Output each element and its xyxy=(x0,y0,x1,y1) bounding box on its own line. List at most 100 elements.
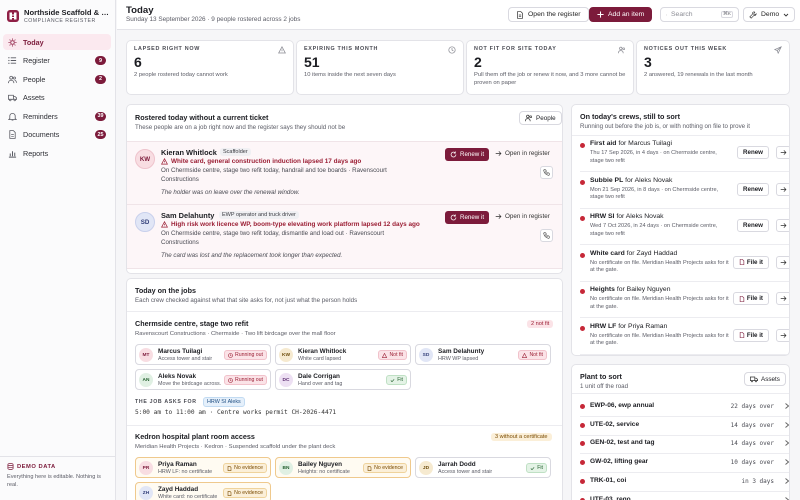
open-button[interactable] xyxy=(776,146,789,159)
worker-chip[interactable]: KW Kieran Whitlock White card lapsed Not… xyxy=(275,344,411,365)
document-icon xyxy=(227,465,232,471)
file-it-button[interactable]: File it xyxy=(732,255,769,269)
credential-type: White card xyxy=(590,249,625,257)
renew-button[interactable]: Renew it xyxy=(445,211,490,224)
sidebar-item-assets[interactable]: Assets xyxy=(3,90,111,106)
stat-expiring[interactable]: EXPIRING THIS MONTH 51 10 items inside t… xyxy=(296,40,464,95)
assets-button[interactable]: Assets xyxy=(744,372,786,386)
status-fit: Fit xyxy=(526,463,547,473)
keyboard-shortcut: ⌘K xyxy=(721,11,733,18)
call-button[interactable] xyxy=(540,166,553,179)
open-button[interactable] xyxy=(776,328,789,342)
person-name: Bailey Nguyen xyxy=(626,286,671,293)
sidebar-item-people[interactable]: People 2 xyxy=(3,71,111,87)
crew-todo-row[interactable]: First aid for Marcus Tuilagi Thu 17 Sep 2… xyxy=(580,137,789,172)
open-in-register-link[interactable]: Open in register xyxy=(495,213,550,220)
count-badge: 25 xyxy=(95,130,106,139)
plant-name: EWP-06, ewp annual xyxy=(590,402,655,409)
crew-todo-row[interactable]: HRW SI for Aleks Novak Wed 7 Oct 2026, in… xyxy=(580,210,789,245)
worker-name: Jarrah Dodd xyxy=(438,461,476,468)
open-register-button[interactable]: Open the register xyxy=(508,7,589,22)
people-button[interactable]: People xyxy=(519,111,562,125)
demo-data-notice: DEMO DATA Everything here is editable. N… xyxy=(0,456,116,496)
role-tag: EWP operator and truck driver xyxy=(219,211,299,219)
status-dot xyxy=(580,325,585,331)
file-it-button[interactable]: File it xyxy=(732,328,769,342)
open-button[interactable] xyxy=(776,292,789,305)
renew-button[interactable]: Renew xyxy=(737,219,769,232)
renew-button[interactable]: Renew xyxy=(737,182,769,196)
plant-row[interactable]: UTE-02, service 14 days over xyxy=(580,417,789,436)
worker-chip[interactable]: DC Dale Corrigan Hand over and tag Fit xyxy=(275,369,411,390)
renew-button[interactable]: Renew it xyxy=(445,148,490,161)
avatar: KW xyxy=(279,348,293,362)
worker-chip[interactable]: MT Marcus Tuilagi Access tower and stair… xyxy=(135,344,271,365)
for-word: for xyxy=(618,322,627,330)
plus-icon xyxy=(597,11,604,18)
stat-lapsed[interactable]: LAPSED RIGHT NOW 6 2 people rostered tod… xyxy=(126,40,294,95)
crew-todo-row[interactable]: HRW LF for Priya Raman No certificate on … xyxy=(580,320,789,355)
status-not-fit: Not fit xyxy=(378,350,407,360)
sidebar-item-documents[interactable]: Documents 25 xyxy=(3,127,111,143)
search-box[interactable]: ⌘K xyxy=(660,7,739,22)
stat-key: NOT FIT FOR SITE TODAY xyxy=(474,46,557,52)
open-button[interactable] xyxy=(776,255,789,269)
worker-chip[interactable]: AN Aleks Novak Move the birdcage across…… xyxy=(135,369,271,390)
crew-todo-row[interactable]: Heights for Bailey Nguyen No certificate … xyxy=(580,283,789,318)
open-in-register-label: Open in register xyxy=(505,150,550,157)
job-title[interactable]: Kedron hospital plant room access xyxy=(135,432,255,441)
document-icon xyxy=(739,332,745,338)
person-name[interactable]: Sam Delahunty xyxy=(161,211,214,220)
brand[interactable]: Northside Scaffold & … COMPLIANCE REGIST… xyxy=(7,6,113,26)
worker-sub: Access tower and stair xyxy=(438,469,493,475)
person-name[interactable]: Kieran Whitlock xyxy=(161,148,217,157)
open-in-register-link[interactable]: Open in register xyxy=(495,150,550,157)
arrow-right-icon xyxy=(780,186,787,192)
plant-row[interactable]: GW-02, lifting gear 10 days over xyxy=(580,454,789,474)
add-item-button[interactable]: Add an item xyxy=(589,7,653,22)
stat-value: 3 xyxy=(644,54,652,70)
worker-chip[interactable]: JD Jarrah Dodd Access tower and stair Fi… xyxy=(415,457,551,478)
send-icon xyxy=(774,46,782,54)
plant-name: GEN-02, test and tag xyxy=(590,439,655,447)
crew-todo-row[interactable]: White card for Zayd Haddad No certificate… xyxy=(580,247,789,282)
phone-icon xyxy=(543,169,550,176)
crew-todo-row[interactable]: Subbie PL for Aleks Novak Mon 21 Sep 2026… xyxy=(580,174,789,209)
file-it-button[interactable]: File it xyxy=(732,292,769,305)
call-button[interactable] xyxy=(540,229,553,242)
worker-name: Bailey Nguyen xyxy=(298,461,343,468)
renew-button[interactable]: Renew xyxy=(737,146,769,159)
crew-todo-detail: Thu 17 Sep 2026, in 4 days · on Chermsid… xyxy=(590,150,717,164)
open-button[interactable] xyxy=(776,182,789,196)
stat-notices[interactable]: NOTICES OUT THIS WEEK 3 2 answered, 19 r… xyxy=(636,40,790,95)
renew-label: Renew it xyxy=(460,151,485,158)
job-title[interactable]: Chermside centre, stage two refit xyxy=(135,319,248,328)
top-bar: Today Sunday 13 September 2026 · 9 peopl… xyxy=(117,0,800,30)
worker-chip[interactable]: ZH Zayd Haddad White card: no certificat… xyxy=(135,482,271,500)
plant-row[interactable]: EWP-06, ewp annual 22 days over xyxy=(580,398,789,417)
sidebar-item-register[interactable]: Register 9 xyxy=(3,53,111,69)
worker-sub: Access tower and stair xyxy=(158,356,213,362)
sidebar-item-reminders[interactable]: Reminders 39 xyxy=(3,108,111,124)
stat-value: 51 xyxy=(304,54,320,70)
plant-row[interactable]: UTE-03, rego xyxy=(580,492,789,500)
worker-chip[interactable]: SD Sam Delahunty HRW WP lapsed Not fit xyxy=(415,344,551,365)
stat-not-fit[interactable]: NOT FIT FOR SITE TODAY 2 Pull them off t… xyxy=(466,40,634,95)
worker-chip[interactable]: BN Bailey Nguyen Heights: no certificate… xyxy=(275,457,411,478)
open-button[interactable] xyxy=(776,219,789,232)
sidebar-item-reports[interactable]: Reports xyxy=(3,145,111,161)
sidebar-item-today[interactable]: Today xyxy=(3,34,111,50)
worker-sub: HRW WP lapsed xyxy=(438,356,479,362)
search-input[interactable] xyxy=(671,11,717,18)
worker-chip[interactable]: PR Priya Raman HRW LF: no certificate No… xyxy=(135,457,271,478)
worker-name: Sam Delahunty xyxy=(438,348,485,355)
plant-row[interactable]: GEN-02, test and tag 14 days over xyxy=(580,435,789,455)
avatar: SD xyxy=(135,212,155,232)
warning-icon xyxy=(382,352,388,358)
status-no-evidence: No evidence xyxy=(223,488,267,498)
rostered-subtitle: These people are on a job right now and … xyxy=(135,124,346,131)
avatar: MT xyxy=(139,348,153,362)
plant-row[interactable]: TRK-01, coi in 3 days xyxy=(580,473,789,492)
stat-desc: Pull them off the job or renew it now, a… xyxy=(474,72,626,86)
demo-menu-button[interactable]: Demo xyxy=(743,7,796,22)
